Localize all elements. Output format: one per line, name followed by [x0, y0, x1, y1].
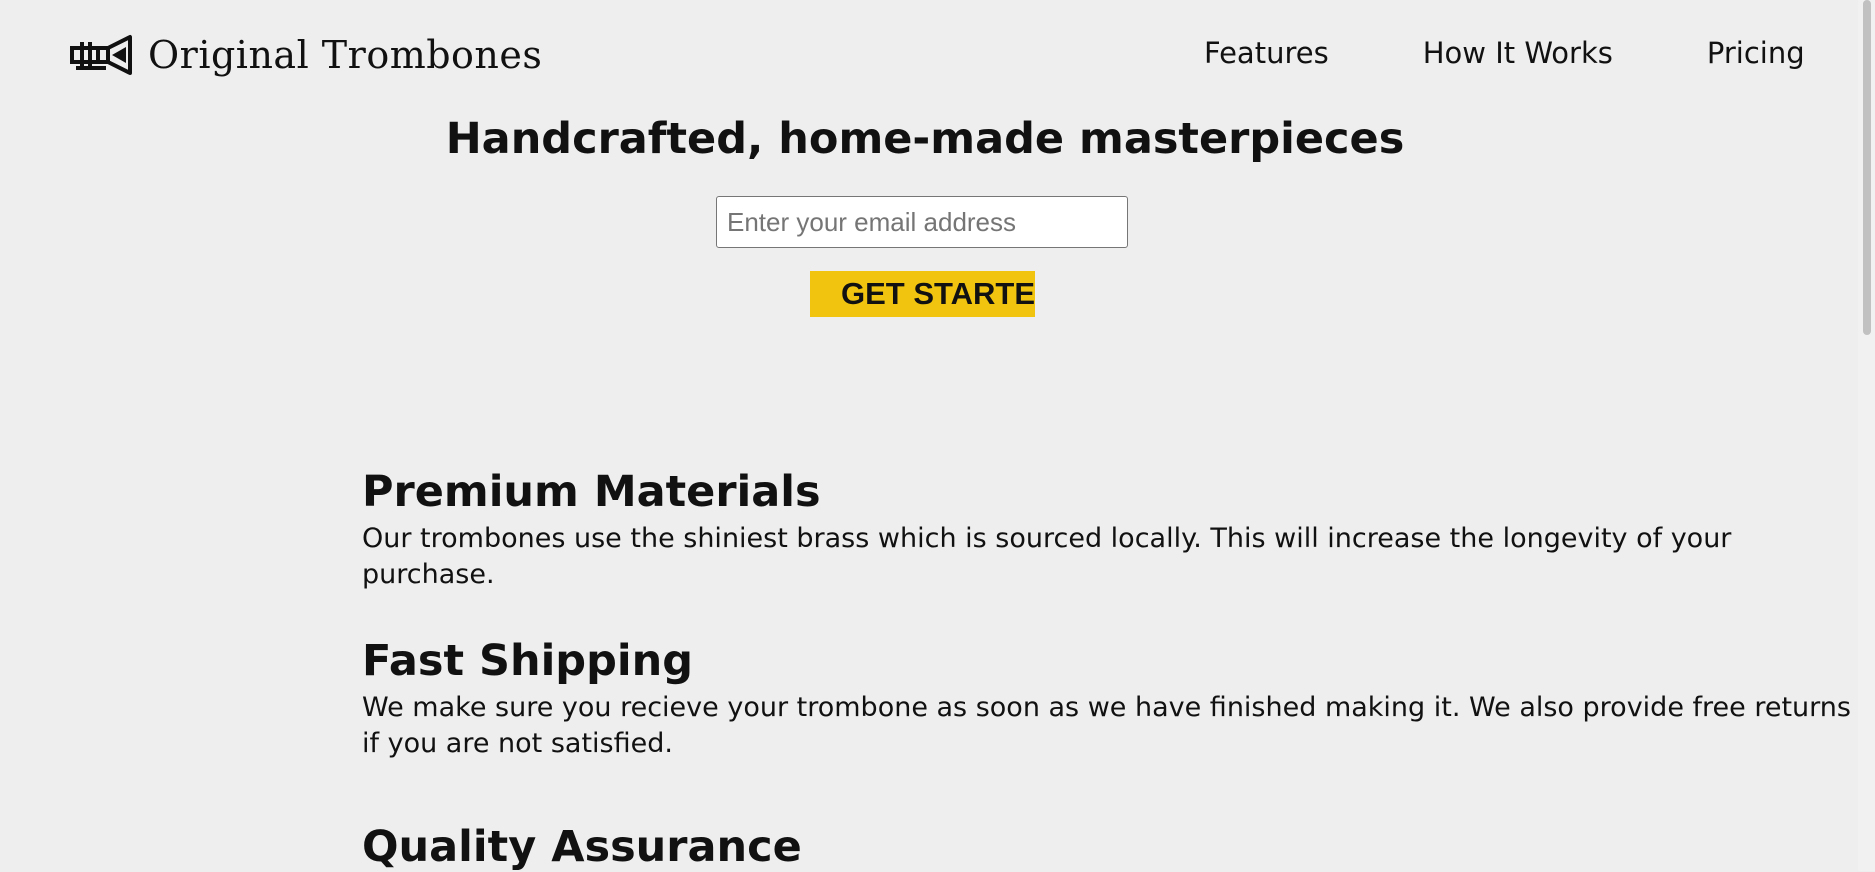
feature-quality-assurance: Quality Assurance	[362, 822, 1862, 872]
nav-link-features[interactable]: Features	[1204, 36, 1329, 70]
hero-title: Handcrafted, home-made masterpieces	[445, 114, 1405, 164]
email-input[interactable]	[716, 196, 1128, 248]
feature-description: We make sure you recieve your trombone a…	[362, 692, 1851, 760]
nav-link-how-it-works[interactable]: How It Works	[1423, 36, 1613, 70]
feature-description: Our trombones use the shiniest brass whi…	[362, 523, 1732, 591]
feature-fast-shipping: Fast Shipping We make sure you recieve y…	[362, 636, 1862, 762]
feature-title: Fast Shipping	[362, 636, 694, 686]
get-started-button[interactable]: GET STARTED	[810, 271, 1035, 317]
nav-link-pricing[interactable]: Pricing	[1707, 36, 1805, 70]
site-header: Original Trombones Features How It Works…	[0, 0, 1875, 110]
feature-title: Quality Assurance	[362, 822, 802, 872]
brand-name: Original Trombones	[148, 33, 543, 77]
page-scrollbar[interactable]	[1858, 0, 1875, 871]
brand-logo[interactable]: Original Trombones	[68, 30, 542, 80]
feature-title: Premium Materials	[362, 467, 821, 517]
feature-premium-materials: Premium Materials Our trombones use the …	[362, 467, 1862, 593]
scrollbar-thumb[interactable]	[1863, 0, 1871, 335]
trombone-icon	[70, 35, 132, 75]
main-nav: Features How It Works Pricing	[1204, 36, 1805, 70]
